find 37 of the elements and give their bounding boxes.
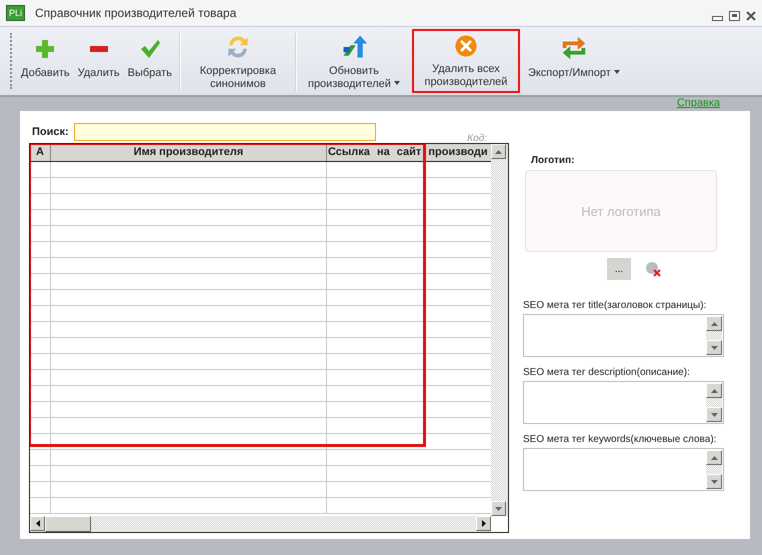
toolbar-button[interactable]: Выбрать [124, 29, 176, 95]
scroll-right-icon[interactable] [482, 520, 486, 527]
scroll-down-icon[interactable] [710, 412, 718, 416]
search-field[interactable] [74, 123, 376, 141]
scroll-up-icon[interactable] [710, 322, 718, 326]
column-header[interactable]: А [30, 144, 51, 161]
vertical-scrollbar[interactable] [491, 144, 508, 516]
scroll-left-icon[interactable] [36, 520, 40, 527]
scroll-up-icon[interactable] [710, 456, 718, 460]
column-header[interactable]: Ссылка на сайт производи [327, 144, 491, 161]
scroll-down-icon[interactable] [710, 480, 718, 484]
scroll-thumb[interactable] [45, 516, 91, 532]
toolbar-button[interactable]: Добавить [17, 29, 74, 95]
toolbar-button[interactable]: Экспорт/Импорт [524, 29, 624, 95]
toolbar-button[interactable]: Корректировка синонимов [184, 29, 292, 95]
code-label: Код: [467, 132, 487, 144]
scroll-down-icon[interactable] [495, 506, 502, 510]
field-label: SEO мета тег keywords(ключевые слова): [523, 434, 716, 445]
browse-button[interactable]: ... [607, 258, 631, 280]
toolbar-button[interactable]: Удалить всех производителей [412, 29, 520, 93]
minus-icon [90, 46, 108, 52]
field-label: SEO мета тег title(заголовок страницы): [523, 300, 706, 311]
remove-image-icon[interactable] [645, 261, 661, 277]
toolbar-button[interactable]: Обновить производителей [300, 29, 408, 95]
toolbar-button[interactable]: Удалить [74, 29, 124, 95]
field-label: SEO мета тег description(описание): [523, 367, 690, 378]
horizontal-scrollbar[interactable] [30, 516, 491, 532]
scroll-down-icon[interactable] [710, 346, 718, 350]
app-logo-icon: PLi [6, 5, 26, 21]
maximize-icon[interactable] [729, 11, 740, 21]
logo-label: Логотип: [531, 155, 576, 166]
scroll-up-icon[interactable] [495, 150, 502, 154]
scroll-up-icon[interactable] [710, 388, 718, 392]
search-label: Поиск: [32, 126, 69, 138]
window-title: Справочник производителей товара [35, 6, 238, 20]
close-icon[interactable] [746, 11, 756, 21]
column-header[interactable]: Имя производителя [51, 144, 327, 161]
